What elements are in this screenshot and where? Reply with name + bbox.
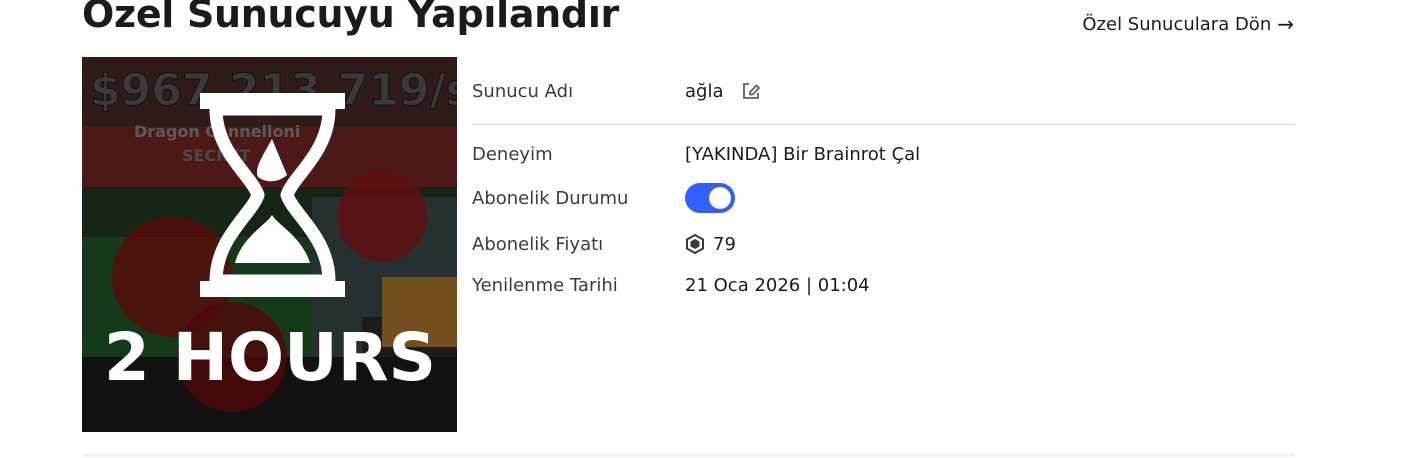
experience-link[interactable]: [YAKINDA] Bir Brainrot Çal [685, 144, 920, 165]
subscription-status-row: Abonelik Durumu [472, 183, 1295, 213]
server-name-row: Sunucu Adı ağla [472, 76, 1295, 106]
divider [472, 124, 1295, 125]
robux-icon [685, 234, 705, 254]
subscription-toggle[interactable] [685, 183, 735, 213]
thumbnail-overlay-text: 2 HOURS [104, 319, 436, 396]
server-name-value: ağla [685, 80, 724, 102]
section-divider [82, 453, 1295, 457]
subscription-price-value: 79 [713, 233, 736, 255]
subscription-price-row: Abonelik Fiyatı 79 [472, 229, 1295, 259]
renewal-date-value: 21 Oca 2026 | 01:04 [685, 274, 870, 296]
subscription-price-label: Abonelik Fiyatı [472, 233, 604, 255]
arrow-right-icon: → [1277, 12, 1294, 36]
server-name-label: Sunucu Adı [472, 80, 574, 102]
renewal-date-label: Yenilenme Tarihi [472, 274, 618, 296]
back-to-private-servers-link[interactable]: Özel Sunuculara Dön → [1082, 12, 1294, 36]
toggle-knob [709, 187, 731, 209]
renewal-date-row: Yenilenme Tarihi 21 Oca 2026 | 01:04 [472, 270, 1295, 300]
experience-thumbnail: $967,213,719/s Dragon Cannelloni SECRET … [82, 57, 457, 432]
subscription-status-label: Abonelik Durumu [472, 187, 629, 209]
edit-icon[interactable] [740, 80, 762, 102]
page-title: Özel Sunucuyu Yapılandır [82, 0, 619, 36]
experience-label: Deneyim [472, 143, 553, 165]
back-link-label: Özel Sunuculara Dön [1082, 13, 1272, 35]
experience-row: Deneyim [YAKINDA] Bir Brainrot Çal [472, 139, 1295, 169]
